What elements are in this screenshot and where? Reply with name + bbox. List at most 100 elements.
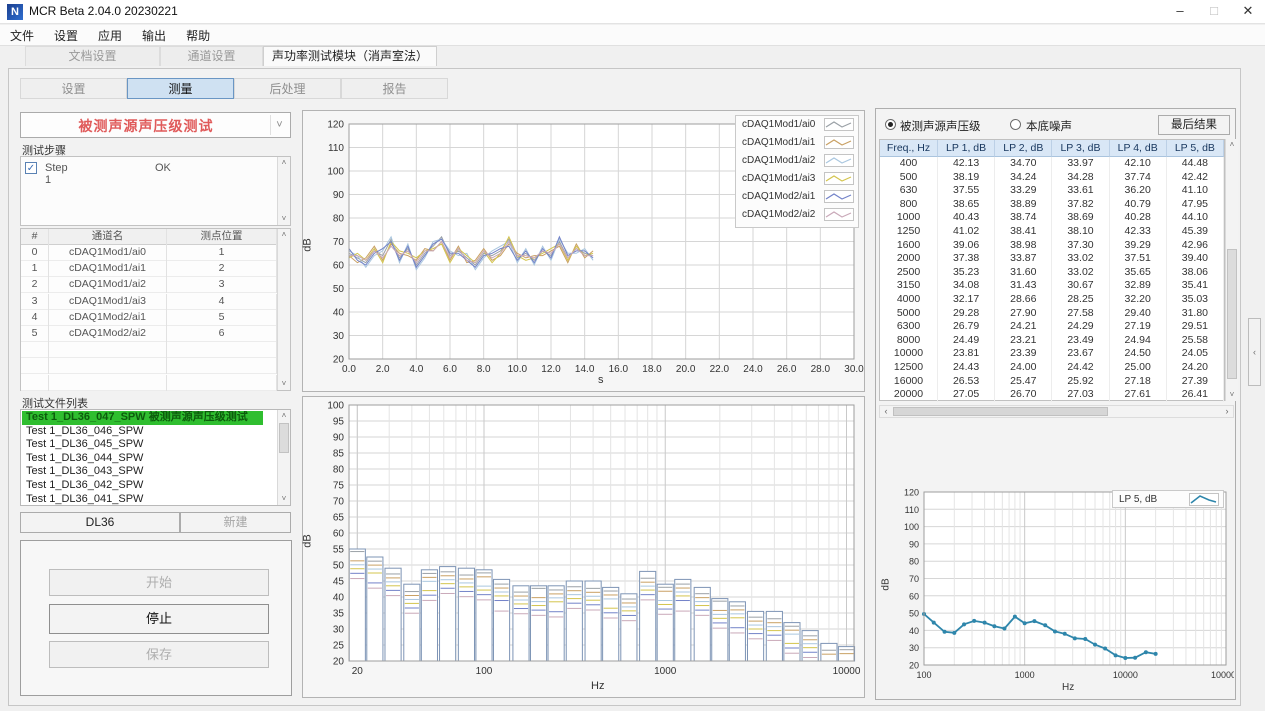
table-row[interactable]: 3cDAQ1Mod1/ai34 bbox=[21, 294, 277, 310]
legend-item[interactable]: cDAQ1Mod1/ai3 bbox=[736, 170, 858, 188]
start-button[interactable]: 开始 bbox=[49, 569, 269, 596]
subtab-1[interactable]: 测量 bbox=[127, 78, 234, 99]
scroll-down-icon[interactable]: ˅ bbox=[278, 493, 290, 505]
table-row[interactable]: 0cDAQ1Mod1/ai01 bbox=[21, 245, 277, 261]
legend-label: cDAQ1Mod1/ai3 bbox=[742, 173, 815, 184]
steps-list[interactable]: ✓ Step 1 OK ˄ ˅ bbox=[20, 156, 291, 226]
scroll-down-icon[interactable]: ˅ bbox=[278, 213, 290, 225]
table-row[interactable] bbox=[21, 358, 277, 374]
svg-text:2.0: 2.0 bbox=[376, 364, 390, 375]
table-cell: 34.08 bbox=[938, 279, 995, 293]
svg-text:100: 100 bbox=[327, 167, 344, 178]
close-button[interactable]: ✕ bbox=[1231, 0, 1265, 24]
scroll-down-icon[interactable]: ˅ bbox=[278, 378, 290, 390]
source-level-radio[interactable] bbox=[885, 119, 896, 130]
table-row[interactable]: 2cDAQ1Mod1/ai23 bbox=[21, 277, 277, 293]
column-header[interactable]: LP 5, dB bbox=[1167, 140, 1224, 157]
background-noise-radio[interactable] bbox=[1010, 119, 1021, 130]
subtab-0[interactable]: 设置 bbox=[20, 78, 127, 99]
minimize-button[interactable]: – bbox=[1163, 0, 1197, 24]
scroll-right-icon[interactable]: › bbox=[1221, 406, 1233, 417]
menu-item-2[interactable]: 应用 bbox=[88, 25, 132, 46]
legend-item[interactable]: cDAQ1Mod2/ai2 bbox=[736, 206, 858, 224]
scroll-down-icon[interactable]: ˅ bbox=[1226, 389, 1238, 401]
table-cell: 37.74 bbox=[1110, 171, 1167, 185]
chevron-down-icon[interactable]: ˅ bbox=[270, 115, 288, 135]
steps-scrollbar[interactable]: ˄ ˅ bbox=[277, 157, 290, 225]
table-cell: 24.42 bbox=[1052, 361, 1109, 375]
table-row[interactable]: 1cDAQ1Mod1/ai12 bbox=[21, 261, 277, 277]
column-header[interactable]: LP 2, dB bbox=[995, 140, 1052, 157]
stop-button[interactable]: 停止 bbox=[49, 604, 269, 634]
table-cell[interactable]: 42.13 bbox=[938, 157, 995, 171]
table-row[interactable]: 5cDAQ1Mod2/ai26 bbox=[21, 326, 277, 342]
table-cell[interactable]: 34.70 bbox=[995, 157, 1052, 171]
table-cell: 38.41 bbox=[995, 225, 1052, 239]
device-name-button[interactable]: DL36 bbox=[20, 512, 180, 533]
column-header[interactable]: Freq., Hz bbox=[880, 140, 938, 157]
final-result-button[interactable]: 最后结果 bbox=[1158, 115, 1230, 135]
svg-text:35: 35 bbox=[333, 609, 345, 620]
scroll-up-icon[interactable]: ˄ bbox=[278, 229, 290, 241]
table-cell[interactable]: 33.97 bbox=[1052, 157, 1109, 171]
table-cell: 40.79 bbox=[1110, 198, 1167, 212]
menu-item-3[interactable]: 输出 bbox=[132, 25, 176, 46]
scroll-up-icon[interactable]: ˄ bbox=[278, 410, 290, 422]
table-cell[interactable]: 400 bbox=[880, 157, 938, 171]
legend-item[interactable]: cDAQ1Mod1/ai2 bbox=[736, 152, 858, 170]
table-row[interactable] bbox=[21, 375, 277, 391]
column-header[interactable]: LP 3, dB bbox=[1052, 140, 1109, 157]
scrollbar-thumb[interactable] bbox=[1227, 249, 1237, 379]
table-row[interactable] bbox=[21, 342, 277, 358]
legend-item[interactable]: cDAQ1Mod2/ai1 bbox=[736, 188, 858, 206]
table-cell: 33.61 bbox=[1052, 184, 1109, 198]
result-table-hscrollbar[interactable]: ‹ › bbox=[879, 405, 1234, 418]
list-item[interactable]: Test 1_DL36_041_SPW bbox=[22, 493, 263, 507]
scroll-up-icon[interactable]: ˄ bbox=[1226, 139, 1238, 151]
test-file-list[interactable]: ˄ ˅ Test 1_DL36_047_SPW 被测声源声压级测试Test 1_… bbox=[20, 409, 291, 506]
save-button[interactable]: 保存 bbox=[49, 641, 269, 668]
maximize-button[interactable]: □ bbox=[1197, 0, 1231, 24]
menu-item-0[interactable]: 文件 bbox=[0, 25, 44, 46]
file-list-scrollbar[interactable]: ˄ ˅ bbox=[277, 410, 290, 505]
test-type-dropdown[interactable]: 被测声源声压级测试 ˅ bbox=[20, 112, 291, 138]
channel-table-scrollbar[interactable]: ˄ ˅ bbox=[277, 229, 290, 390]
menu-item-4[interactable]: 帮助 bbox=[176, 25, 220, 46]
list-item[interactable]: Test 1_DL36_047_SPW 被测声源声压级测试 bbox=[22, 411, 263, 425]
table-cell[interactable]: 44.48 bbox=[1167, 157, 1224, 171]
list-item[interactable]: Test 1_DL36_045_SPW bbox=[22, 438, 263, 452]
collapse-panel-handle[interactable]: ‹ bbox=[1248, 318, 1261, 386]
scrollbar-thumb[interactable] bbox=[893, 407, 1108, 416]
svg-text:55: 55 bbox=[333, 545, 345, 556]
scroll-up-icon[interactable]: ˄ bbox=[278, 157, 290, 169]
result-table-vscrollbar[interactable]: ˄ ˅ bbox=[1225, 139, 1238, 401]
list-item[interactable]: Test 1_DL36_046_SPW bbox=[22, 425, 263, 439]
legend-item[interactable]: cDAQ1Mod1/ai0 bbox=[736, 116, 858, 134]
tab-0[interactable]: 文档设置 bbox=[25, 46, 160, 66]
column-header[interactable]: LP 4, dB bbox=[1110, 140, 1167, 157]
menu-item-1[interactable]: 设置 bbox=[44, 25, 88, 46]
table-cell: 1250 bbox=[880, 225, 938, 239]
subtab-3[interactable]: 报告 bbox=[341, 78, 448, 99]
table-cell[interactable]: 42.10 bbox=[1110, 157, 1167, 171]
table-cell: 31.60 bbox=[995, 266, 1052, 280]
new-file-button[interactable]: 新建 bbox=[180, 512, 291, 533]
step-checkbox[interactable]: ✓ bbox=[25, 162, 37, 174]
tab-1[interactable]: 通道设置 bbox=[160, 46, 263, 66]
scroll-left-icon[interactable]: ‹ bbox=[880, 406, 892, 417]
subtab-2[interactable]: 后处理 bbox=[234, 78, 341, 99]
x-axis-label: s bbox=[598, 374, 604, 386]
list-item[interactable]: Test 1_DL36_044_SPW bbox=[22, 452, 263, 466]
column-header[interactable]: LP 1, dB bbox=[938, 140, 995, 157]
table-cell: 24.20 bbox=[1167, 361, 1224, 375]
table-cell: 42.96 bbox=[1167, 239, 1224, 253]
table-row[interactable]: 4cDAQ1Mod2/ai15 bbox=[21, 310, 277, 326]
list-item[interactable]: Test 1_DL36_042_SPW bbox=[22, 479, 263, 493]
svg-text:60: 60 bbox=[333, 529, 345, 540]
legend-item[interactable]: LP 5, dB bbox=[1113, 491, 1223, 509]
scrollbar-thumb[interactable] bbox=[279, 423, 289, 453]
legend-item[interactable]: cDAQ1Mod1/ai1 bbox=[736, 134, 858, 152]
table-cell: 24.05 bbox=[1167, 347, 1224, 361]
tab-2[interactable]: 声功率测试模块（消声室法） bbox=[263, 46, 437, 66]
list-item[interactable]: Test 1_DL36_043_SPW bbox=[22, 465, 263, 479]
